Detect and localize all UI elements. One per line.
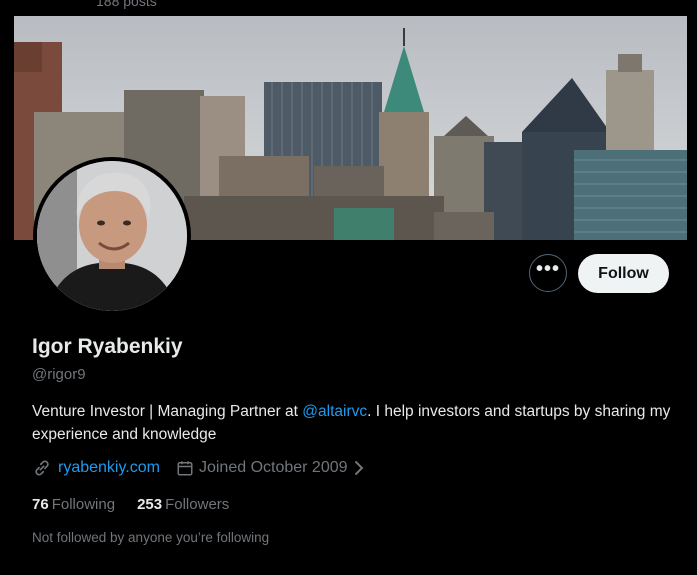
profile-meta-row: ryabenkiy.com Joined October 2009	[32, 458, 366, 478]
followers-stat[interactable]: 253 Followers	[137, 496, 229, 513]
more-icon: •••	[535, 258, 560, 280]
joined-item: Joined October 2009	[176, 459, 366, 477]
bio-text-prefix: Venture Investor | Managing Partner at	[32, 403, 303, 420]
avatar-container	[33, 157, 191, 315]
followed-by-note: Not followed by anyone you’re following	[32, 530, 270, 545]
profile-bio: Venture Investor | Managing Partner at @…	[32, 400, 672, 446]
profile-page: 188 posts ••• Follow Igor Ryabenkiy @rig…	[0, 0, 697, 575]
following-label: Following	[51, 496, 116, 513]
chevron-right-icon[interactable]	[352, 460, 366, 476]
profile-name: Igor Ryabenkiy	[32, 335, 183, 358]
following-count: 76	[32, 496, 49, 513]
followers-count: 253	[137, 496, 163, 513]
link-icon	[32, 458, 52, 478]
avatar[interactable]	[37, 161, 187, 311]
follow-stats: 76 Following 253 Followers	[32, 496, 251, 513]
posts-count: 188 posts	[96, 0, 157, 9]
joined-date: Joined October 2009	[198, 459, 348, 476]
profile-handle: @rigor9	[32, 366, 86, 383]
calendar-icon	[176, 459, 194, 477]
follow-button[interactable]: Follow	[578, 254, 669, 293]
website-item: ryabenkiy.com	[32, 458, 160, 478]
more-options-button[interactable]: •••	[529, 254, 567, 292]
following-stat[interactable]: 76 Following	[32, 496, 115, 513]
website-link[interactable]: ryabenkiy.com	[58, 459, 160, 477]
bio-mention-link[interactable]: @altairvc	[302, 403, 367, 420]
followers-label: Followers	[165, 496, 230, 513]
